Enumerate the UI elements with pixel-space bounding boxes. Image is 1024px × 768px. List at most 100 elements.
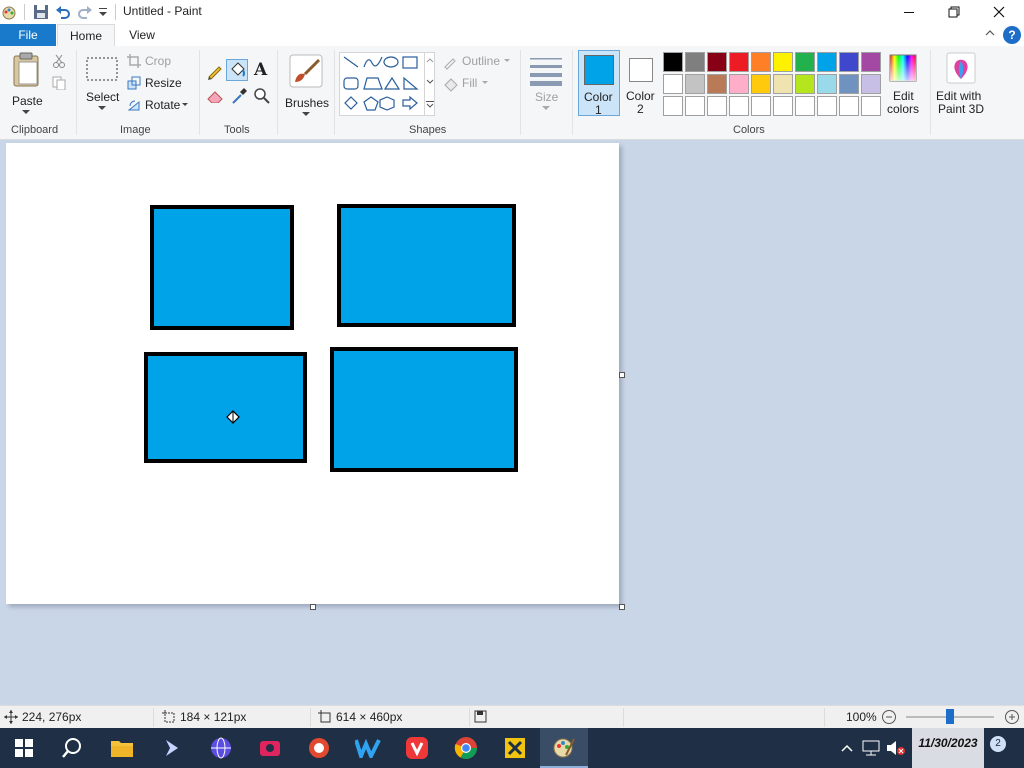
blue-rectangle-3[interactable] xyxy=(144,352,307,463)
start-button[interactable] xyxy=(0,728,48,768)
undo-icon[interactable] xyxy=(55,4,71,20)
custom-color-slot[interactable] xyxy=(839,96,859,116)
cut-icon[interactable] xyxy=(52,54,66,68)
maximize-button[interactable] xyxy=(931,0,977,24)
line-size-icon xyxy=(530,58,562,86)
custom-color-slot[interactable] xyxy=(707,96,727,116)
taskbar-app-recorder[interactable] xyxy=(246,728,294,768)
taskbar-file-explorer[interactable] xyxy=(98,728,146,768)
brushes-button[interactable]: Brushes xyxy=(283,52,329,116)
size-button[interactable]: Size xyxy=(525,52,567,116)
palette-color-swatch[interactable] xyxy=(729,52,749,72)
copy-icon[interactable] xyxy=(52,76,66,90)
network-icon[interactable] xyxy=(862,740,880,756)
palette-color-swatch[interactable] xyxy=(685,74,705,94)
palette-color-swatch[interactable] xyxy=(773,52,793,72)
zoom-out-icon[interactable] xyxy=(881,709,897,725)
taskbar-app-w[interactable] xyxy=(344,728,392,768)
select-button[interactable]: Select xyxy=(82,54,122,116)
tab-view[interactable]: View xyxy=(117,24,167,46)
fill-tool-button[interactable] xyxy=(226,59,248,81)
customize-toolbar-icon[interactable] xyxy=(97,4,113,20)
shapes-scroll[interactable] xyxy=(424,52,435,116)
palette-color-swatch[interactable] xyxy=(663,52,683,72)
rotate-button[interactable]: Rotate xyxy=(127,97,197,115)
resize-handle-bottom[interactable] xyxy=(310,604,316,610)
custom-color-slot[interactable] xyxy=(729,96,749,116)
zoom-slider-thumb[interactable] xyxy=(946,709,954,724)
custom-color-slot[interactable] xyxy=(861,96,881,116)
palette-color-swatch[interactable] xyxy=(817,74,837,94)
redo-icon[interactable] xyxy=(77,4,93,20)
notification-badge[interactable]: 2 xyxy=(990,736,1006,752)
edit-with-paint3d-button[interactable]: Edit with Paint 3D xyxy=(934,50,990,116)
resize-handle-corner[interactable] xyxy=(619,604,625,610)
color2-button[interactable]: Color 2 xyxy=(622,50,662,116)
tab-file[interactable]: File xyxy=(0,24,56,46)
palette-color-swatch[interactable] xyxy=(729,74,749,94)
volume-muted-icon[interactable] xyxy=(886,740,906,756)
pentagon-shape-icon xyxy=(363,96,379,111)
palette-color-swatch[interactable] xyxy=(839,52,859,72)
palette-color-swatch[interactable] xyxy=(795,52,815,72)
palette-color-swatch[interactable] xyxy=(685,52,705,72)
taskbar-app-tools[interactable] xyxy=(491,728,539,768)
resize-button[interactable]: Resize xyxy=(127,75,197,93)
crop-button[interactable]: Crop xyxy=(127,53,197,71)
show-hidden-icons-icon[interactable] xyxy=(840,742,854,754)
outline-label: Outline xyxy=(462,54,501,68)
palette-color-swatch[interactable] xyxy=(861,52,881,72)
resize-handle-right[interactable] xyxy=(619,372,625,378)
taskbar-app-browser-c[interactable] xyxy=(295,728,343,768)
taskbar-vivaldi[interactable] xyxy=(393,728,441,768)
color1-button[interactable]: Color 1 xyxy=(578,50,620,117)
palette-color-swatch[interactable] xyxy=(861,74,881,94)
drawing-canvas[interactable] xyxy=(6,143,619,604)
status-separator xyxy=(469,708,470,727)
custom-color-slot[interactable] xyxy=(817,96,837,116)
image-size-icon xyxy=(318,710,331,723)
palette-color-swatch[interactable] xyxy=(839,74,859,94)
magnifier-icon[interactable] xyxy=(253,87,271,105)
palette-color-swatch[interactable] xyxy=(663,74,683,94)
taskbar-paint[interactable] xyxy=(540,728,588,768)
blue-rectangle-2[interactable] xyxy=(337,204,516,327)
custom-color-slot[interactable] xyxy=(751,96,771,116)
custom-color-slot[interactable] xyxy=(663,96,683,116)
palette-color-swatch[interactable] xyxy=(707,52,727,72)
palette-color-swatch[interactable] xyxy=(751,74,771,94)
taskbar-chrome[interactable] xyxy=(442,728,490,768)
tab-home[interactable]: Home xyxy=(57,24,115,47)
zoom-in-icon[interactable] xyxy=(1004,709,1020,725)
blue-rectangle-4[interactable] xyxy=(330,347,518,472)
taskbar-clock-date[interactable]: 11/30/2023 xyxy=(912,728,984,768)
search-button[interactable] xyxy=(48,728,96,768)
rotate-label: Rotate xyxy=(145,98,181,112)
custom-color-slot[interactable] xyxy=(773,96,793,116)
custom-color-slot[interactable] xyxy=(685,96,705,116)
taskbar-app-vpn[interactable] xyxy=(197,728,245,768)
help-button[interactable]: ? xyxy=(1003,26,1021,44)
paste-button[interactable]: Paste xyxy=(6,50,46,116)
edit-colors-button[interactable]: Edit colors xyxy=(884,50,924,116)
outline-button[interactable]: Outline xyxy=(442,53,518,71)
close-button[interactable] xyxy=(976,0,1022,24)
fill-button[interactable]: Fill xyxy=(442,75,518,93)
tools-group-label: Tools xyxy=(224,124,250,136)
pencil-icon[interactable] xyxy=(206,62,224,80)
color-picker-icon[interactable] xyxy=(230,87,248,105)
minimize-button[interactable] xyxy=(886,0,932,24)
save-icon[interactable] xyxy=(33,4,49,20)
blue-rectangle-1[interactable] xyxy=(150,205,294,330)
window-title: Untitled - Paint xyxy=(123,4,202,18)
minimize-ribbon-icon[interactable] xyxy=(984,27,996,39)
palette-color-swatch[interactable] xyxy=(817,52,837,72)
custom-color-slot[interactable] xyxy=(795,96,815,116)
palette-color-swatch[interactable] xyxy=(751,52,771,72)
taskbar-app-arrow[interactable] xyxy=(148,728,196,768)
eraser-icon[interactable] xyxy=(206,89,224,103)
palette-color-swatch[interactable] xyxy=(707,74,727,94)
palette-color-swatch[interactable] xyxy=(773,74,793,94)
text-tool-button[interactable]: A xyxy=(254,60,267,80)
palette-color-swatch[interactable] xyxy=(795,74,815,94)
